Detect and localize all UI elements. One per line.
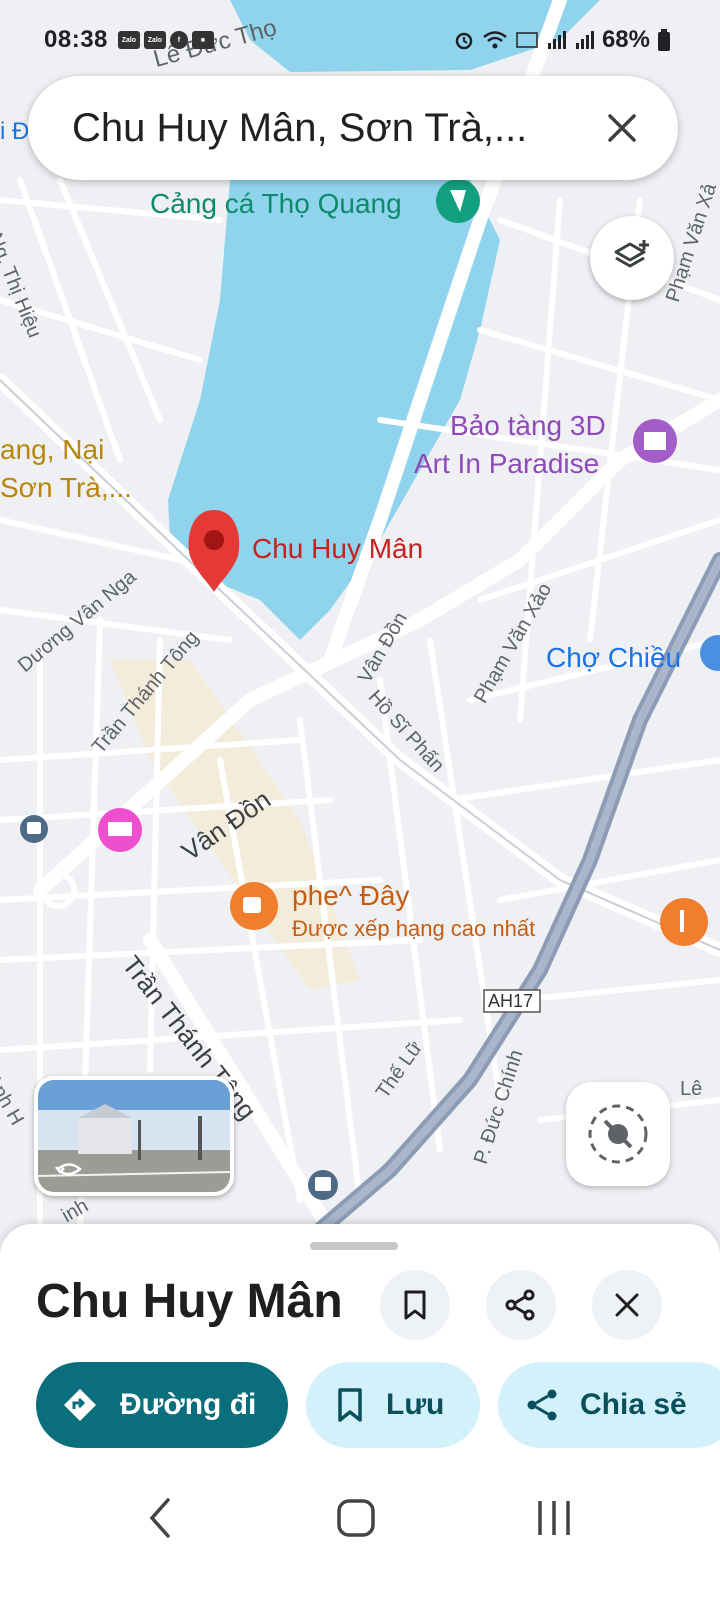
highway-label: AH17 — [488, 991, 534, 1011]
close-icon — [615, 1293, 639, 1317]
museum-label-line1[interactable]: Bảo tàng 3D — [450, 410, 606, 442]
street-label: i Đ — [0, 118, 30, 145]
battery-icon — [658, 29, 670, 51]
status-app-icons: Zalo Zalo f ■ — [117, 31, 214, 49]
share-button[interactable]: Chia sẻ — [498, 1362, 720, 1448]
wifi-icon — [483, 31, 507, 49]
search-bar[interactable]: Chu Huy Mân, Sơn Trà,... — [28, 76, 678, 180]
home-icon[interactable] — [336, 1498, 376, 1538]
place-title: Chu Huy Mân — [36, 1275, 343, 1328]
share-icon — [527, 1389, 557, 1421]
save-icon-button[interactable] — [380, 1270, 450, 1340]
area-label-line1: ang, Nại — [0, 434, 105, 465]
market-label[interactable]: Chợ Chiều — [546, 642, 681, 674]
directions-button[interactable]: Đường đi — [36, 1362, 288, 1448]
search-query[interactable]: Chu Huy Mân, Sơn Trà,... — [72, 106, 592, 151]
location-disabled-icon — [588, 1104, 648, 1164]
port-label[interactable]: Cảng cá Thọ Quang — [150, 188, 402, 220]
battery-percent: 68% — [601, 26, 650, 53]
layers-button[interactable] — [590, 216, 674, 300]
status-time: 08:38 — [44, 26, 108, 53]
signal-icon — [575, 31, 594, 49]
share-label: Chia sẻ — [580, 1388, 687, 1421]
volte-icon — [516, 32, 538, 48]
system-navigation-bar — [0, 1460, 720, 1600]
notification-icon: ■ — [191, 31, 214, 49]
share-icon-button[interactable] — [486, 1270, 556, 1340]
close-icon — [608, 114, 636, 142]
museum-label-line2[interactable]: Art In Paradise — [414, 448, 599, 480]
facebook-icon: f — [169, 31, 188, 49]
close-sheet-button[interactable] — [592, 1270, 662, 1340]
save-button[interactable]: Lưu — [306, 1362, 480, 1448]
share-icon — [505, 1289, 535, 1321]
back-icon[interactable] — [146, 1496, 176, 1540]
recent-apps-icon[interactable] — [534, 1498, 574, 1538]
cafe-note: Được xếp hạng cao nhất — [292, 916, 536, 941]
street-label: Lê — [680, 1078, 703, 1100]
directions-label: Đường đi — [120, 1388, 257, 1421]
save-label: Lưu — [386, 1388, 445, 1421]
cafe-label[interactable]: phe^ Đây — [292, 880, 409, 912]
zalo-icon: Zalo — [143, 31, 166, 49]
my-location-button[interactable] — [566, 1082, 670, 1186]
sheet-drag-handle[interactable] — [310, 1242, 398, 1250]
directions-icon — [64, 1389, 96, 1421]
status-right: 68% — [454, 26, 670, 54]
street-view-thumbnail[interactable] — [34, 1076, 234, 1196]
status-bar: 08:38 Zalo Zalo f ■ 68% — [44, 22, 670, 58]
clear-search-button[interactable] — [592, 98, 652, 158]
signal-icon — [547, 31, 566, 49]
bookmark-icon — [338, 1388, 362, 1422]
alarm-icon — [455, 32, 473, 50]
zalo-icon: Zalo — [117, 31, 140, 49]
area-label-line2: Sơn Trà,... — [0, 472, 132, 503]
pin-label[interactable]: Chu Huy Mân — [252, 533, 423, 565]
rotate-360-icon — [55, 1163, 82, 1176]
layers-icon — [614, 240, 649, 268]
bookmark-icon — [404, 1290, 426, 1320]
